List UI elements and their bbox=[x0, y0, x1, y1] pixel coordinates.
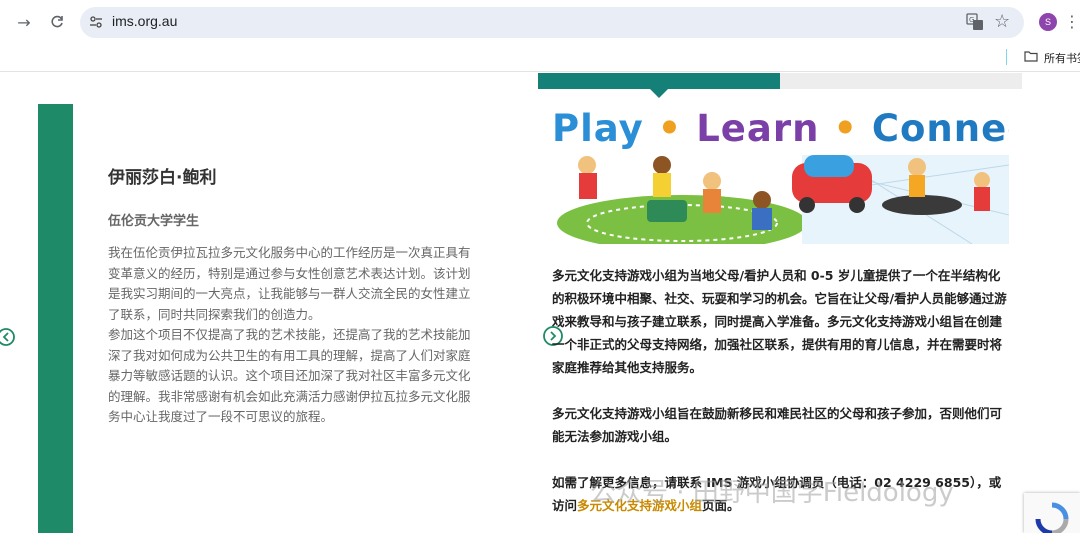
recaptcha-icon bbox=[1035, 502, 1069, 533]
reload-svg bbox=[51, 15, 63, 28]
tab-pointer bbox=[650, 89, 668, 98]
watermark: 公众号 · 田野中国学Fieldology bbox=[590, 478, 954, 508]
translate-icon[interactable]: G bbox=[966, 13, 984, 31]
testimonial-accent-bar bbox=[38, 104, 73, 533]
svg-text:G: G bbox=[969, 16, 974, 24]
recaptcha-badge[interactable] bbox=[1024, 493, 1080, 533]
testimonial-paragraph: 参加这个项目不仅提高了我的艺术技能，还提高了我的艺术技能加深了我对如何成为公共卫… bbox=[108, 327, 471, 424]
tab-inactive[interactable] bbox=[780, 73, 1022, 89]
page-content: 伊丽莎白·鲍利 伍伦贡大学学生 我在伍伦贡伊拉瓦拉多元文化服务中心的工作经历是一… bbox=[0, 73, 1080, 533]
bookmarks-bar: 所有书签 bbox=[0, 44, 1080, 72]
testimonial-paragraph: 我在伍伦贡伊拉瓦拉多元文化服务中心的工作经历是一次真正具有变革意义的经历，特别是… bbox=[108, 245, 471, 322]
all-bookmarks-label[interactable]: 所有书签 bbox=[1044, 50, 1080, 66]
banner-illustration bbox=[557, 154, 1009, 244]
testimonial-name: 伊丽莎白·鲍利 bbox=[108, 168, 217, 188]
testimonial-text: 我在伍伦贡伊拉瓦拉多元文化服务中心的工作经历是一次真正具有变革意义的经历，特别是… bbox=[108, 243, 480, 428]
reload-icon[interactable] bbox=[45, 10, 69, 34]
info-paragraph: 多元文化支持游戏小组为当地父母/看护人员和 0-5 岁儿童提供了一个在半结构化的… bbox=[552, 268, 1007, 375]
profile-avatar[interactable]: S bbox=[1039, 13, 1057, 31]
forward-icon[interactable]: → bbox=[12, 10, 36, 34]
more-menu-icon[interactable]: ⋮ bbox=[1064, 12, 1080, 31]
carousel-prev-icon[interactable] bbox=[0, 327, 16, 347]
folder-icon[interactable] bbox=[1024, 50, 1038, 62]
slider-tabs bbox=[538, 73, 1022, 98]
info-paragraph: 多元文化支持游戏小组旨在鼓励新移民和难民社区的父母和孩子参加，否则他们可能无法参… bbox=[552, 406, 1003, 444]
play-learn-connect-banner: Play • Learn • Connect bbox=[552, 105, 1009, 244]
bookmark-star-icon[interactable]: ☆ bbox=[994, 11, 1010, 32]
address-bar[interactable]: ims.org.au G ☆ bbox=[80, 7, 1024, 38]
bookmarks-separator bbox=[1006, 49, 1007, 65]
url-text[interactable]: ims.org.au bbox=[112, 13, 177, 29]
site-info-icon[interactable] bbox=[88, 14, 104, 30]
testimonial-role: 伍伦贡大学学生 bbox=[108, 214, 200, 229]
tab-active[interactable] bbox=[538, 73, 780, 89]
browser-toolbar: → ims.org.au G ☆ S ⋮ bbox=[0, 0, 1080, 44]
